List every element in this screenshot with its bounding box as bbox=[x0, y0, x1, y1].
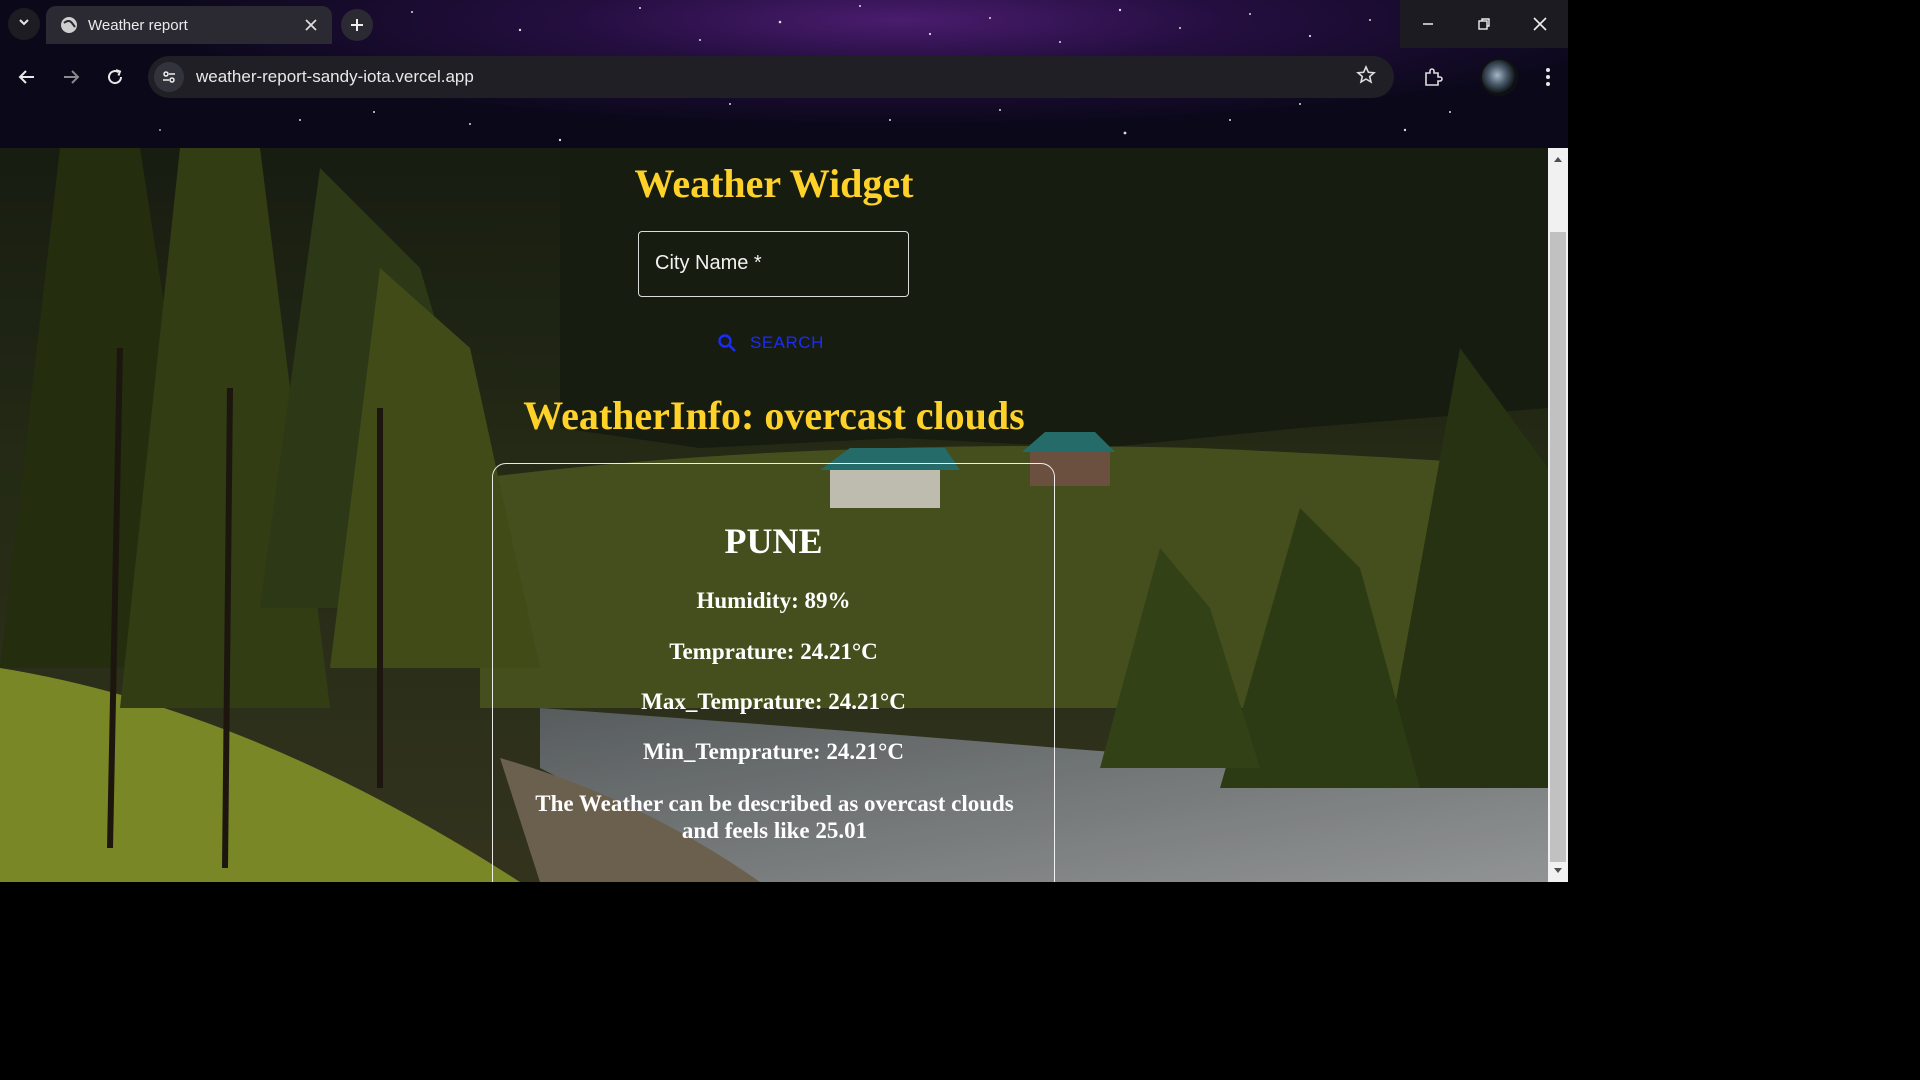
kebab-menu-icon bbox=[1546, 68, 1550, 86]
scroll-down-button[interactable] bbox=[1548, 862, 1568, 880]
weather-description: The Weather can be described as overcast… bbox=[535, 791, 1014, 843]
search-button-label: SEARCH bbox=[750, 333, 824, 352]
reload-button[interactable] bbox=[96, 58, 134, 96]
weather-info-heading: WeatherInfo: overcast clouds bbox=[523, 393, 1025, 438]
minimize-button[interactable] bbox=[1400, 0, 1456, 48]
min-temperature-text: Min_Temprature: 24.21°C bbox=[643, 739, 904, 764]
reload-icon bbox=[108, 69, 123, 85]
avatar[interactable] bbox=[1480, 58, 1518, 96]
tab-search-button[interactable] bbox=[8, 8, 40, 40]
humidity-text: Humidity: 89% bbox=[696, 588, 851, 613]
back-button[interactable] bbox=[8, 58, 46, 96]
chevron-down-icon bbox=[17, 15, 31, 34]
city-name-label: City Name * bbox=[655, 252, 762, 274]
tab-strip: Weather report bbox=[0, 0, 1568, 50]
page-title: Weather Widget bbox=[634, 161, 914, 206]
close-window-button[interactable] bbox=[1512, 0, 1568, 48]
tab-close-button[interactable] bbox=[300, 14, 322, 36]
minimize-icon bbox=[1423, 23, 1433, 25]
bookmark-button[interactable] bbox=[1356, 64, 1376, 90]
browser-toolbar: weather-report-sandy-iota.vercel.app bbox=[0, 54, 1568, 100]
triangle-down-icon bbox=[1554, 868, 1562, 873]
weather-widget: Weather Widget City Name * SEARCH Weathe… bbox=[0, 148, 1548, 882]
restore-button[interactable] bbox=[1456, 0, 1512, 48]
browser-menu-button[interactable] bbox=[1538, 58, 1558, 96]
scroll-up-button[interactable] bbox=[1548, 150, 1568, 168]
new-tab-button[interactable] bbox=[341, 9, 373, 41]
arrow-left-icon bbox=[18, 70, 34, 84]
plus-icon bbox=[351, 19, 363, 31]
toolbar-actions bbox=[1414, 54, 1568, 100]
temperature-text: Temprature: 24.21°C bbox=[669, 639, 878, 664]
tab-title: Weather report bbox=[88, 16, 188, 34]
city-name: PUNE bbox=[724, 521, 823, 561]
browser-chrome: Weather report weather-report-sandy-iota… bbox=[0, 0, 1568, 148]
puzzle-icon bbox=[1425, 68, 1443, 86]
search-button[interactable]: SEARCH bbox=[716, 328, 832, 358]
arrow-right-icon bbox=[64, 70, 80, 84]
address-bar[interactable]: weather-report-sandy-iota.vercel.app bbox=[148, 56, 1394, 98]
close-icon bbox=[305, 19, 317, 31]
search-icon bbox=[716, 332, 738, 354]
extensions-button[interactable] bbox=[1414, 58, 1452, 96]
page-viewport: Weather Widget City Name * SEARCH Weathe… bbox=[0, 148, 1548, 882]
scrollbar-thumb[interactable] bbox=[1550, 232, 1566, 862]
city-name-input[interactable]: City Name * bbox=[638, 231, 909, 297]
close-icon bbox=[1533, 17, 1547, 31]
tab-weather-report[interactable]: Weather report bbox=[46, 6, 332, 44]
page-scrollbar[interactable] bbox=[1548, 148, 1568, 882]
forward-button[interactable] bbox=[52, 58, 90, 96]
restore-icon bbox=[1478, 18, 1490, 30]
site-settings-icon[interactable] bbox=[154, 62, 184, 92]
max-temperature-text: Max_Temprature: 24.21°C bbox=[641, 689, 906, 714]
weather-card: PUNE Humidity: 89% Temprature: 24.21°C M… bbox=[492, 463, 1055, 882]
triangle-up-icon bbox=[1554, 157, 1562, 162]
star-icon bbox=[1356, 64, 1376, 84]
url-text: weather-report-sandy-iota.vercel.app bbox=[196, 67, 474, 86]
window-controls bbox=[1400, 0, 1568, 48]
globe-icon bbox=[60, 16, 78, 34]
